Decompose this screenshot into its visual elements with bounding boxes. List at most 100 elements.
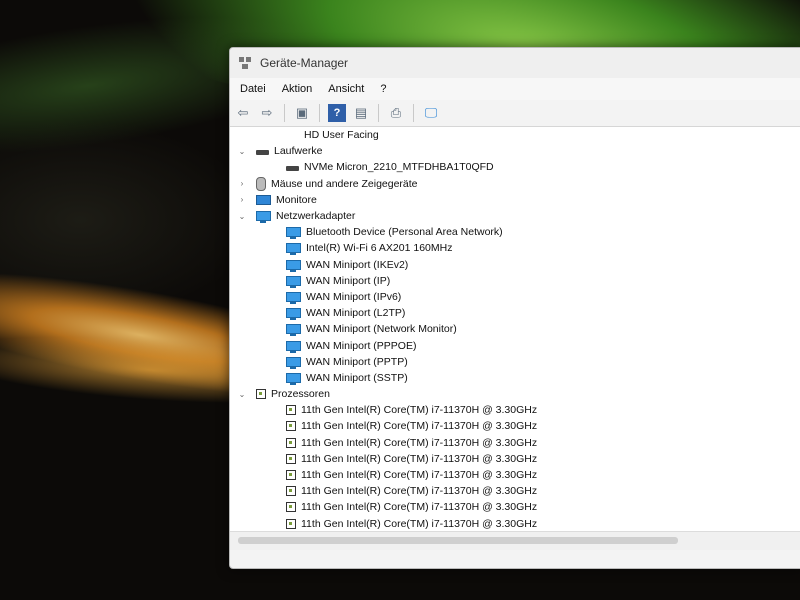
- device-manager-window: Geräte-Manager Datei Aktion Ansicht ? ⇦ …: [229, 47, 800, 569]
- mouse-icon: [256, 176, 266, 191]
- net-icon: [286, 340, 301, 353]
- tree-category[interactable]: ⌄ Laufwerke: [230, 143, 800, 159]
- tree-item-label: Laufwerke: [274, 145, 323, 158]
- expand-chevron-icon[interactable]: ›: [236, 195, 248, 204]
- collapse-chevron-icon[interactable]: ⌄: [236, 212, 248, 221]
- view-icon[interactable]: ▤: [352, 104, 370, 122]
- tree-device[interactable]: WAN Miniport (IP): [230, 273, 800, 289]
- tree-device[interactable]: WAN Miniport (L2TP): [230, 305, 800, 321]
- tree-item-label: WAN Miniport (L2TP): [306, 307, 406, 320]
- tree-item-label: 11th Gen Intel(R) Core(TM) i7-11370H @ 3…: [301, 452, 538, 465]
- tree-item-label: Mäuse und andere Zeigegeräte: [271, 177, 418, 190]
- scrollbar-thumb[interactable]: [238, 537, 678, 544]
- toolbar-separator: [378, 104, 379, 122]
- tree-device[interactable]: WAN Miniport (IKEv2): [230, 257, 800, 273]
- net-icon: [286, 308, 301, 321]
- menu-help[interactable]: ?: [372, 83, 394, 95]
- cpu-icon: [286, 405, 296, 416]
- properties-icon[interactable]: ▣: [293, 104, 311, 122]
- help-icon[interactable]: ?: [328, 104, 346, 122]
- horizontal-scrollbar[interactable]: [230, 531, 800, 550]
- net-icon: [286, 356, 301, 369]
- tree-item-label: Netzwerkadapter: [276, 210, 356, 223]
- tree-item-label: Monitore: [276, 193, 317, 206]
- tree-item-label: 11th Gen Intel(R) Core(TM) i7-11370H @ 3…: [301, 404, 538, 417]
- tree-item-label: Bluetooth Device (Personal Area Network): [306, 226, 503, 239]
- tree-item-label: 11th Gen Intel(R) Core(TM) i7-11370H @ 3…: [301, 469, 538, 482]
- tree-item-label: 11th Gen Intel(R) Core(TM) i7-11370H @ 3…: [301, 436, 538, 449]
- tree-device[interactable]: 11th Gen Intel(R) Core(TM) i7-11370H @ 3…: [230, 402, 800, 418]
- net-icon: [286, 227, 301, 240]
- cpu-icon: [286, 421, 296, 432]
- tree-item-label: WAN Miniport (IP): [306, 274, 391, 287]
- forward-arrow-icon[interactable]: ⇨: [258, 104, 276, 122]
- tree-item-label: WAN Miniport (SSTP): [306, 371, 408, 384]
- menu-bar: Datei Aktion Ansicht ?: [230, 78, 800, 100]
- tree-item-label: WAN Miniport (IPv6): [306, 290, 402, 303]
- tree-category[interactable]: ⌄ Netzwerkadapter: [230, 208, 800, 224]
- tree-device[interactable]: WAN Miniport (Network Monitor): [230, 321, 800, 337]
- net-icon: [286, 259, 301, 272]
- tree-device[interactable]: WAN Miniport (PPTP): [230, 354, 800, 370]
- monitor-icon: [256, 194, 271, 205]
- drive-icon: [286, 165, 299, 171]
- tree-item-label: WAN Miniport (PPPOE): [306, 339, 417, 352]
- camera-icon: [286, 130, 299, 141]
- tree-device[interactable]: 11th Gen Intel(R) Core(TM) i7-11370H @ 3…: [230, 499, 800, 515]
- net-icon: [286, 275, 301, 288]
- device-manager-app-icon: [238, 56, 252, 70]
- tree-device[interactable]: NVMe Micron_2210_MTFDHBA1T0QFD: [230, 159, 800, 175]
- tree-device[interactable]: WAN Miniport (SSTP): [230, 370, 800, 386]
- tree-item-label: 11th Gen Intel(R) Core(TM) i7-11370H @ 3…: [301, 485, 538, 498]
- tree-item-label: WAN Miniport (IKEv2): [306, 258, 409, 271]
- cpu-icon: [286, 502, 296, 513]
- device-tree-pane: HD User Facing ⌄ Laufwerke NVMe Micron_2210…: [230, 127, 800, 550]
- menu-datei[interactable]: Datei: [232, 83, 274, 95]
- tree-device[interactable]: 11th Gen Intel(R) Core(TM) i7-11370H @ 3…: [230, 435, 800, 451]
- toolbar-separator: [284, 104, 285, 122]
- title-bar[interactable]: Geräte-Manager: [230, 48, 800, 78]
- menu-ansicht[interactable]: Ansicht: [320, 83, 372, 95]
- net-icon: [256, 211, 271, 224]
- tree-category[interactable]: › Mäuse und andere Zeigegeräte: [230, 176, 800, 192]
- tree-item-label: 11th Gen Intel(R) Core(TM) i7-11370H @ 3…: [301, 501, 538, 514]
- scan-hardware-icon[interactable]: ⎙: [387, 104, 405, 122]
- tree-device[interactable]: 11th Gen Intel(R) Core(TM) i7-11370H @ 3…: [230, 516, 800, 532]
- tree-item-label: WAN Miniport (PPTP): [306, 355, 408, 368]
- tree-item-label: Intel(R) Wi-Fi 6 AX201 160MHz: [306, 242, 453, 255]
- net-icon: [286, 291, 301, 304]
- toolbar-separator: [413, 104, 414, 122]
- tree-device[interactable]: 11th Gen Intel(R) Core(TM) i7-11370H @ 3…: [230, 451, 800, 467]
- monitor-icon[interactable]: 🖵: [422, 104, 440, 122]
- cpu-icon: [286, 470, 296, 481]
- net-icon: [286, 372, 301, 385]
- tree-device[interactable]: HD User Facing: [230, 127, 800, 143]
- drive-icon: [256, 149, 269, 155]
- tree-item-label: Prozessoren: [271, 388, 330, 401]
- window-title: Geräte-Manager: [260, 56, 349, 70]
- menu-aktion[interactable]: Aktion: [274, 83, 321, 95]
- tree-device[interactable]: Intel(R) Wi-Fi 6 AX201 160MHz: [230, 240, 800, 256]
- tree-category[interactable]: › Monitore: [230, 192, 800, 208]
- tree-item-label: WAN Miniport (Network Monitor): [306, 323, 457, 336]
- tree-device[interactable]: WAN Miniport (IPv6): [230, 289, 800, 305]
- back-arrow-icon[interactable]: ⇦: [234, 104, 252, 122]
- tree-device[interactable]: 11th Gen Intel(R) Core(TM) i7-11370H @ 3…: [230, 467, 800, 483]
- tree-item-label: 11th Gen Intel(R) Core(TM) i7-11370H @ 3…: [301, 420, 538, 433]
- toolbar-separator: [319, 104, 320, 122]
- collapse-chevron-icon[interactable]: ⌄: [236, 147, 248, 156]
- tree-device[interactable]: 11th Gen Intel(R) Core(TM) i7-11370H @ 3…: [230, 418, 800, 434]
- tree-item-label: HD User Facing: [304, 129, 379, 142]
- net-icon: [286, 324, 301, 337]
- tree-device[interactable]: Bluetooth Device (Personal Area Network): [230, 224, 800, 240]
- tree-item-label: 11th Gen Intel(R) Core(TM) i7-11370H @ 3…: [301, 517, 538, 530]
- tree-device[interactable]: WAN Miniport (PPPOE): [230, 337, 800, 353]
- tree-category[interactable]: ⌄ Prozessoren: [230, 386, 800, 402]
- collapse-chevron-icon[interactable]: ⌄: [236, 390, 248, 399]
- tree-item-label: NVMe Micron_2210_MTFDHBA1T0QFD: [304, 161, 494, 174]
- cpu-icon: [286, 486, 296, 497]
- expand-chevron-icon[interactable]: ›: [236, 179, 248, 188]
- toolbar: ⇦ ⇨ ▣ ? ▤ ⎙ 🖵: [230, 100, 800, 127]
- cpu-icon: [286, 518, 296, 529]
- tree-device[interactable]: 11th Gen Intel(R) Core(TM) i7-11370H @ 3…: [230, 483, 800, 499]
